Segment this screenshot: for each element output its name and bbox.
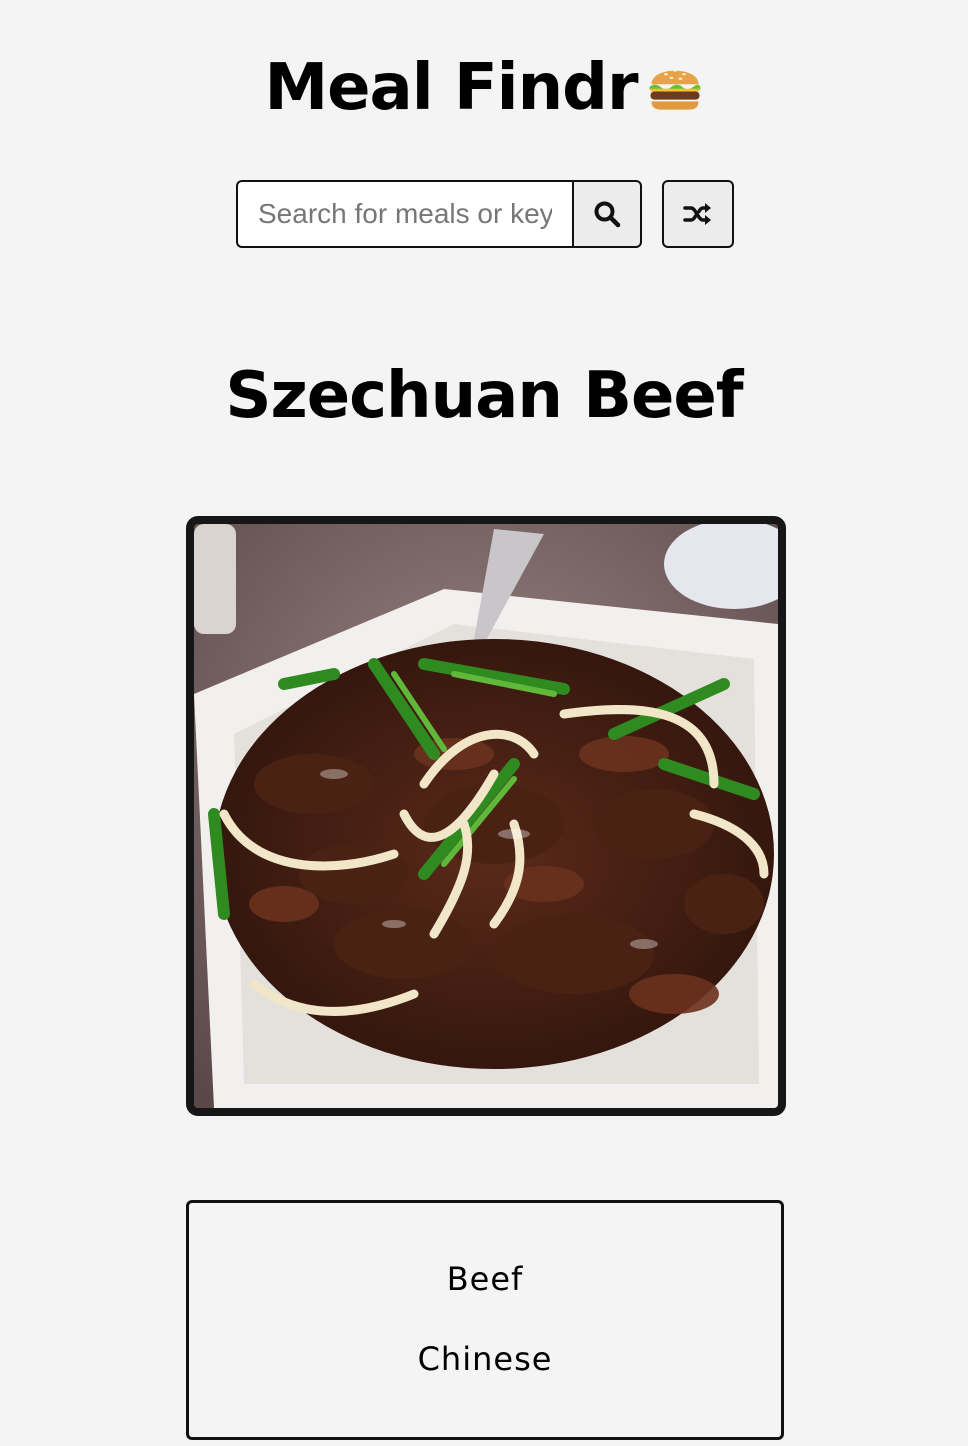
- app-title-text: Meal Findr: [264, 51, 638, 125]
- search-input[interactable]: [236, 180, 572, 248]
- random-meal-button[interactable]: [662, 180, 734, 248]
- app-title: Meal Findr: [0, 50, 968, 126]
- meal-photo: [194, 524, 778, 1108]
- meal-category: Beef: [446, 1260, 524, 1298]
- burger-icon: [649, 69, 700, 110]
- shuffle-icon: [683, 203, 711, 225]
- meal-image[interactable]: [186, 516, 786, 1116]
- search-form: [236, 180, 642, 248]
- meal-title: Szechuan Beef: [225, 359, 743, 433]
- app-container: Meal Findr Szech: [0, 0, 968, 1446]
- meal-info-box: Beef Chinese: [186, 1200, 784, 1440]
- search-icon: [594, 201, 621, 228]
- search-button[interactable]: [572, 180, 642, 248]
- meal-area: Chinese: [417, 1340, 553, 1378]
